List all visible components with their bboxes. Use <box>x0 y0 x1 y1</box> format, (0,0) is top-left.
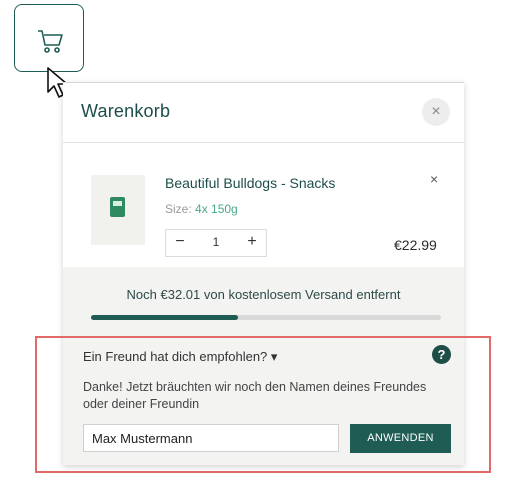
help-icon[interactable]: ? <box>432 345 451 364</box>
remove-item-button[interactable]: × <box>430 171 438 187</box>
product-package-icon <box>110 197 125 217</box>
item-price: €22.99 <box>394 237 437 253</box>
product-name[interactable]: Beautiful Bulldogs - Snacks <box>165 175 335 191</box>
quantity-stepper: − 1 + <box>165 229 267 257</box>
shopping-cart-icon <box>38 30 63 53</box>
free-shipping-text: Noch €32.01 von kostenlosem Versand entf… <box>126 287 401 302</box>
shipping-progress-bar <box>91 315 441 320</box>
close-cart-button[interactable]: × <box>422 98 450 126</box>
product-image[interactable] <box>91 175 145 245</box>
increase-quantity-button[interactable]: + <box>240 233 264 251</box>
cart-button[interactable] <box>14 4 84 72</box>
product-size-value: 4x 150g <box>195 202 238 216</box>
divider <box>63 142 464 143</box>
product-size: Size: 4x 150g <box>165 202 238 216</box>
cart-title: Warenkorb <box>81 101 171 121</box>
free-shipping-section: Noch €32.01 von kostenlosem Versand entf… <box>63 267 464 337</box>
referral-section: Ein Freund hat dich empfohlen? ▾ ? Danke… <box>63 337 464 465</box>
product-size-label: Size: <box>165 202 192 216</box>
referral-toggle[interactable]: Ein Freund hat dich empfohlen? ▾ <box>83 349 277 365</box>
apply-button[interactable]: ANWENDEN <box>350 424 451 453</box>
referral-thanks-text: Danke! Jetzt bräuchten wir noch den Name… <box>83 380 427 411</box>
friend-name-input[interactable] <box>83 424 339 452</box>
cart-panel: Warenkorb × Beautiful Bulldogs - Snacks … <box>63 82 464 465</box>
shipping-progress-fill <box>91 315 238 320</box>
